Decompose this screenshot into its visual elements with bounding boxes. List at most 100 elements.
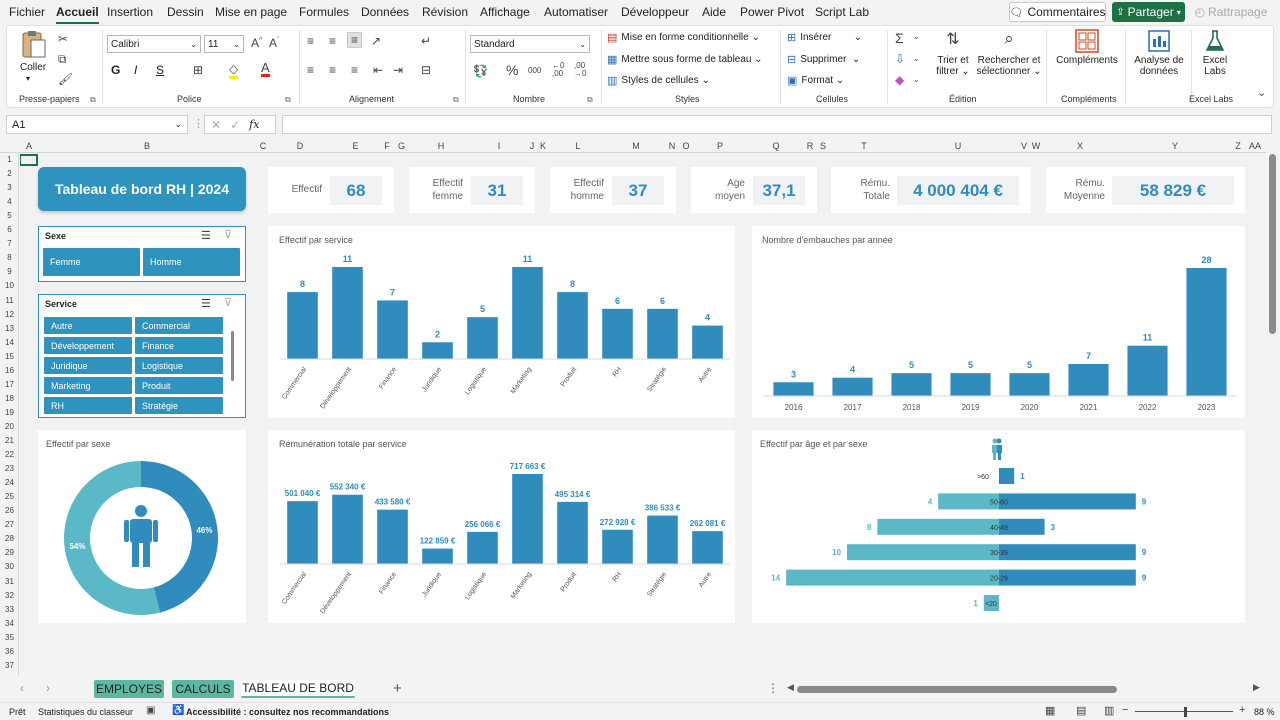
row-header[interactable]: 25 <box>0 491 19 502</box>
row-header[interactable]: 18 <box>0 393 19 404</box>
increase-decimal-icon[interactable]: ←0,00 <box>552 62 564 78</box>
align-left-icon[interactable]: ≡ <box>307 63 314 77</box>
conditional-format-button[interactable]: ▤ Mise en forme conditionnelle ⌄ <box>607 31 760 44</box>
chevron-down-icon[interactable]: ▾ <box>26 74 30 83</box>
clear-icon[interactable]: ◆ <box>895 73 904 87</box>
menu-mise-en-page[interactable]: Mise en page <box>215 5 287 19</box>
row-header[interactable]: 13 <box>0 323 19 334</box>
formula-input[interactable] <box>282 115 1272 134</box>
row-header[interactable]: 15 <box>0 351 19 362</box>
column-header[interactable]: D <box>270 140 330 153</box>
macro-record-icon[interactable]: ▣ <box>146 705 155 716</box>
worksheet[interactable]: Tableau de bord RH | 2024 Effectif 68 Ef… <box>20 153 1266 675</box>
dialog-launcher-icon[interactable]: ⧉ <box>453 95 459 105</box>
underline-icon[interactable]: S <box>156 63 164 77</box>
format-painter-icon[interactable]: 🖌 <box>58 72 73 86</box>
currency-icon[interactable]: 💱 <box>473 64 488 78</box>
column-header[interactable]: K <box>538 140 548 153</box>
slicer-item[interactable]: Autre <box>44 317 132 334</box>
row-header[interactable]: 22 <box>0 449 19 460</box>
menu-developpeur[interactable]: Développeur <box>621 5 689 19</box>
align-right-icon[interactable]: ≡ <box>351 63 358 77</box>
slicer-item[interactable]: Commercial <box>135 317 223 334</box>
selected-cell[interactable] <box>20 154 38 166</box>
column-header[interactable]: V <box>1018 140 1030 153</box>
percent-icon[interactable]: % <box>506 62 518 78</box>
bold-icon[interactable]: G <box>111 63 120 77</box>
row-header[interactable]: 32 <box>0 590 19 601</box>
align-center-icon[interactable]: ≡ <box>329 63 336 77</box>
column-header[interactable]: AA <box>1244 140 1266 153</box>
slicer-item[interactable]: Développement <box>44 337 132 354</box>
row-header[interactable]: 37 <box>0 660 19 671</box>
row-header[interactable]: 2 <box>0 168 19 179</box>
column-header[interactable]: P <box>692 140 748 153</box>
zoom-slider-thumb[interactable] <box>1184 707 1187 717</box>
menu-donnees[interactable]: Données <box>361 5 409 19</box>
column-header[interactable]: R <box>804 140 816 153</box>
comments-button[interactable]: 🗨 Commentaires <box>1009 2 1106 22</box>
italic-icon[interactable]: I <box>134 63 137 77</box>
catchup-button[interactable]: ◴ Rattrapage <box>1191 2 1271 22</box>
cancel-icon[interactable]: ✕ <box>211 118 221 132</box>
multi-select-icon[interactable]: ☰ <box>201 297 211 310</box>
tab-tableau-de-bord[interactable]: TABLEAU DE BORD <box>241 680 355 698</box>
column-header[interactable]: T <box>830 140 898 153</box>
format-cells-button[interactable]: ▣ Format ⌄ <box>787 74 844 87</box>
page-layout-icon[interactable]: ▤ <box>1076 704 1086 717</box>
menu-accueil[interactable]: Accueil <box>56 5 99 24</box>
row-header[interactable]: 36 <box>0 646 19 657</box>
row-header[interactable]: 19 <box>0 407 19 418</box>
confirm-icon[interactable]: ✓ <box>230 118 240 132</box>
excel-labs-button[interactable]: Excel Labs <box>1195 29 1235 89</box>
chevron-down-icon[interactable]: ⌄ <box>913 32 920 41</box>
align-bottom-icon[interactable]: ≡ <box>347 32 363 48</box>
row-header[interactable]: 26 <box>0 505 19 516</box>
align-top-icon[interactable]: ≡ <box>307 34 314 48</box>
fill-icon[interactable]: ⇩ <box>895 52 905 66</box>
slicer-item-homme[interactable]: Homme <box>143 248 240 276</box>
slicer-item[interactable]: RH <box>44 397 132 414</box>
cell-styles-button[interactable]: ▥ Styles de cellules ⌄ <box>607 74 710 87</box>
column-header[interactable]: S <box>816 140 830 153</box>
row-header[interactable]: 8 <box>0 252 19 263</box>
dialog-launcher-icon[interactable]: ⧉ <box>285 95 291 105</box>
column-header[interactable]: M <box>608 140 664 153</box>
row-header[interactable]: 30 <box>0 561 19 572</box>
decrease-indent-icon[interactable]: ⇤ <box>373 63 383 77</box>
name-box[interactable]: A1 ⌄ <box>6 115 188 134</box>
menu-aide[interactable]: Aide <box>702 5 726 19</box>
row-header[interactable]: 3 <box>0 182 19 193</box>
dialog-launcher-icon[interactable]: ⧉ <box>587 95 593 105</box>
row-header[interactable]: 27 <box>0 519 19 530</box>
scroll-left-icon[interactable]: ◀ <box>787 682 794 693</box>
column-header[interactable]: I <box>472 140 526 153</box>
clear-filter-icon[interactable]: ⊽ <box>224 228 232 241</box>
dialog-launcher-icon[interactable]: ⧉ <box>90 95 96 105</box>
slicer-item[interactable]: Logistique <box>135 357 223 374</box>
font-color-icon[interactable]: A <box>261 61 270 77</box>
slicer-item[interactable]: Stratégie <box>135 397 223 414</box>
font-name-select[interactable]: Calibri ⌄ <box>107 35 201 53</box>
row-header[interactable]: 29 <box>0 547 19 558</box>
column-header[interactable]: J <box>526 140 538 153</box>
menu-automatiser[interactable]: Automatiser <box>544 5 608 19</box>
zoom-level[interactable]: 88 % <box>1254 707 1275 717</box>
row-header[interactable]: 11 <box>0 295 19 306</box>
column-header[interactable]: Y <box>1118 140 1232 153</box>
row-header[interactable]: 34 <box>0 618 19 629</box>
row-header[interactable]: 33 <box>0 604 19 615</box>
normal-view-icon[interactable]: ▦ <box>1045 704 1055 717</box>
clear-filter-icon[interactable]: ⊽ <box>224 296 232 309</box>
slicer-item[interactable]: Finance <box>135 337 223 354</box>
addins-button[interactable]: Compléments <box>1050 29 1124 89</box>
zoom-out-icon[interactable]: − <box>1122 704 1128 716</box>
vertical-scrollbar[interactable] <box>1266 140 1280 675</box>
paste-label[interactable]: Coller <box>20 62 46 73</box>
menu-insertion[interactable]: Insertion <box>107 5 153 19</box>
number-format-select[interactable]: Standard ⌄ <box>470 35 590 53</box>
multi-select-icon[interactable]: ☰ <box>201 229 211 242</box>
column-header[interactable]: F <box>381 140 393 153</box>
row-header[interactable]: 35 <box>0 632 19 643</box>
workbook-statistics[interactable]: Statistiques du classeur <box>38 707 133 717</box>
